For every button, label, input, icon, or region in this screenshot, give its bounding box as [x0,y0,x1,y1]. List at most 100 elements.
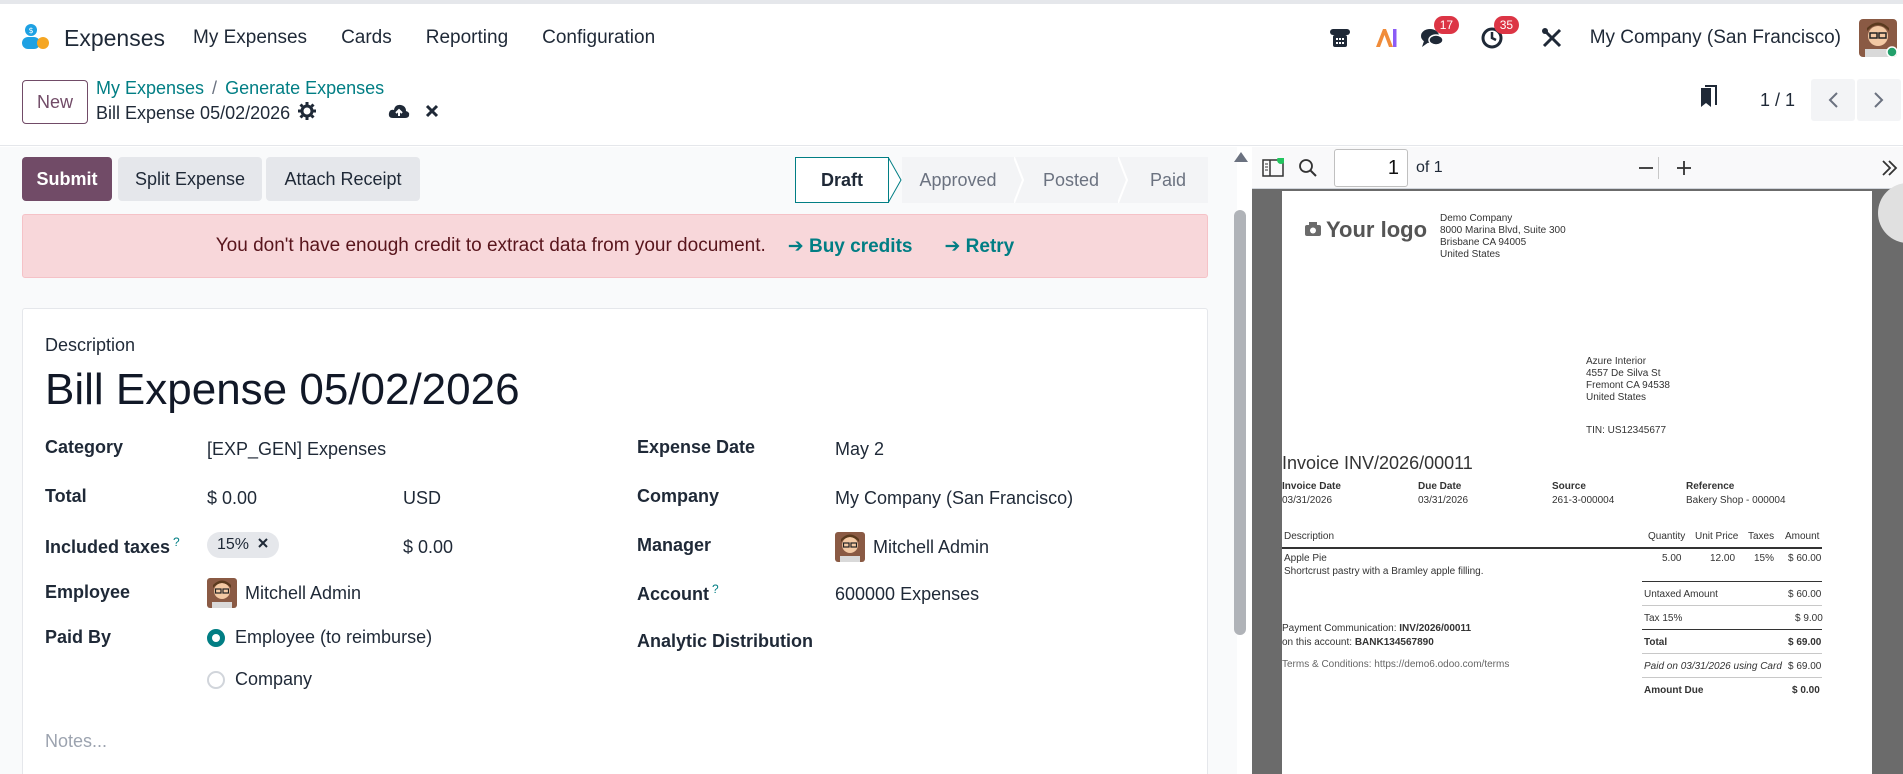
company-field[interactable]: My Company (San Francisco) [835,488,1073,509]
activities-clock-icon[interactable]: 35 [1478,16,1520,52]
buy-credits-link[interactable]: ➔ Buy credits [788,235,913,258]
stage-posted[interactable]: Posted [1024,157,1118,203]
total-field[interactable]: $ 0.00 [207,488,257,509]
retry-link[interactable]: ➔ Retry [944,235,1014,258]
expense-date-field[interactable]: May 2 [835,439,884,460]
paid-by-employee-label: Employee (to reimburse) [235,627,433,647]
pdf-loading-indicator [1878,183,1903,243]
form-statusbar: Submit Split Expense Attach Receipt Draf… [22,157,1208,203]
paid-by-employee-option[interactable]: Employee (to reimburse) [207,627,432,648]
top-navbar: $ Expenses My Expenses Cards Reporting C… [0,0,1903,72]
sidebar-toggle-icon[interactable] [1262,155,1284,181]
menu-cards[interactable]: Cards [341,27,392,49]
paid-by-company-option[interactable]: Company [207,669,312,690]
breadcrumb-generate-expenses[interactable]: Generate Expenses [225,78,384,98]
tools-icon[interactable] [1538,24,1566,52]
app-name: Expenses [64,24,166,51]
line-qty: 5.00 [1662,553,1682,564]
line-amount: $ 60.00 [1788,553,1822,564]
radio-employee[interactable] [207,628,225,647]
pager-previous-button[interactable] [1811,79,1855,121]
total-label: Total [1644,637,1668,648]
meta-value: 03/31/2026 [1418,495,1469,506]
line-tax: 15% [1754,553,1775,564]
breadcrumb-my-expenses[interactable]: My Expenses [96,78,204,98]
company-address-line: Demo Company [1440,213,1513,224]
description-input[interactable]: Bill Expense 05/02/2026 [45,365,520,415]
split-expense-button[interactable]: Split Expense [118,157,262,201]
tax-tag-label: 15% [217,536,250,553]
employee-label: Employee [45,582,131,602]
zoom-in-icon[interactable] [1674,155,1694,181]
new-button[interactable]: New [22,80,88,124]
category-label: Category [45,437,124,457]
submit-button[interactable]: Submit [22,157,112,201]
totals-rule [1642,581,1822,582]
stage-approved[interactable]: Approved [902,157,1014,203]
help-icon[interactable]: ? [712,582,719,596]
account-field[interactable]: 600000 Expenses [835,584,979,605]
employee-field[interactable]: Mitchell Admin [207,578,361,608]
menu-my-expenses[interactable]: My Expenses [193,27,307,49]
table-header: Taxes [1748,531,1775,542]
customer-address-line: Azure Interior [1586,356,1647,367]
table-header-rule [1282,547,1822,549]
stage-paid[interactable]: Paid [1128,157,1208,203]
stage-chevron-icon [1118,157,1128,203]
total-value: $ 0.00 [1792,685,1820,696]
taxes-field[interactable]: 15% [207,532,280,558]
pdf-page-input[interactable] [1334,149,1408,187]
pdf-search-icon[interactable] [1298,155,1318,181]
total-value: $ 60.00 [1788,589,1822,600]
ai-icon[interactable] [1372,24,1400,52]
user-avatar[interactable] [1859,19,1897,57]
discard-close-icon[interactable] [424,103,440,119]
radio-company[interactable] [207,670,225,689]
gear-icon[interactable] [298,102,317,125]
total-label: Amount Due [1644,685,1704,696]
total-value: $ 9.00 [1795,613,1823,624]
record-title: Bill Expense 05/02/2026 [96,102,317,125]
totals-rule [1642,653,1822,654]
table-header: Unit Price [1695,531,1739,542]
scroll-up-arrow-icon[interactable] [1234,152,1248,162]
account-label: Account? [637,582,719,605]
expenses-app-icon: $ [20,23,50,53]
bookmark-icon[interactable] [1698,84,1720,116]
save-cloud-icon[interactable] [388,102,410,120]
zoom-out-icon[interactable] [1636,155,1656,181]
pdf-toolbar: of 1 [1252,147,1903,189]
pdf-page-number-wrap [1334,149,1408,187]
menu-configuration[interactable]: Configuration [542,27,655,49]
category-field[interactable]: [EXP_GEN] Expenses [207,439,386,460]
manager-field[interactable]: Mitchell Admin [835,532,989,562]
notes-field[interactable]: Notes... [45,731,107,752]
pdf-viewer: of 1 Your logo Demo Company 8000 Marina … [1252,147,1903,774]
menu-reporting[interactable]: Reporting [426,27,508,49]
payment-comm-label: Payment Communication: [1282,623,1397,634]
messages-icon[interactable]: 17 [1418,16,1460,52]
company-switcher[interactable]: My Company (San Francisco) [1590,27,1841,49]
analytic-distribution-label: Analytic Distribution [637,631,814,651]
pdf-invoice-title: Invoice INV/2026/00011 [1282,453,1473,473]
phone-icon[interactable] [1326,24,1354,52]
currency-field[interactable]: USD [403,488,441,509]
pdf-logo-text: Your logo [1326,217,1428,242]
form-scrollbar-thumb[interactable] [1234,210,1246,635]
meta-label: Due Date [1418,481,1462,492]
pdf-tools-chevron-icon[interactable] [1880,155,1898,181]
payment-communication: Payment Communication: INV/2026/00011 [1282,623,1471,634]
pager-value[interactable]: 1 / 1 [1760,90,1795,111]
meta-label: Reference [1686,481,1735,492]
stage-draft[interactable]: Draft [795,157,889,203]
pdf-page-count: of 1 [1416,159,1443,176]
activities-badge: 35 [1493,16,1520,34]
table-header: Amount [1785,531,1820,542]
pager-next-button[interactable] [1857,79,1901,121]
remove-tag-icon[interactable] [257,536,269,554]
breadcrumb: My Expenses / Generate Expenses [96,78,384,99]
app-brand[interactable]: $ Expenses [20,23,165,53]
table-header: Quantity [1648,531,1686,542]
attach-receipt-button[interactable]: Attach Receipt [266,157,420,201]
help-icon[interactable]: ? [173,535,180,549]
